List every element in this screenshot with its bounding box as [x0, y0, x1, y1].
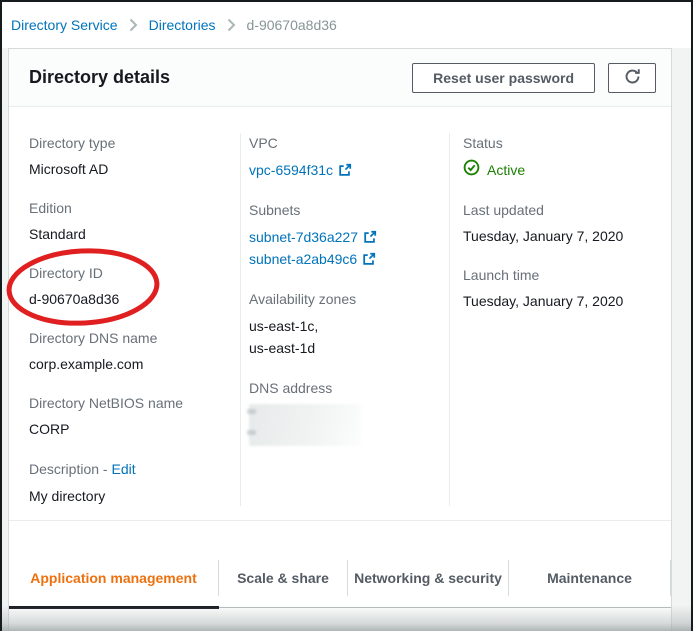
field-directory-dns-name: Directory DNS name corp.example.com: [29, 328, 240, 374]
field-label: Directory ID: [29, 263, 240, 283]
availability-zone-1: us-east-1c,: [249, 315, 449, 337]
status-badge: Active: [463, 159, 671, 181]
page-background: Directory details Reset user password: [2, 48, 691, 631]
field-label: Directory NetBIOS name: [29, 393, 240, 413]
field-vpc: VPC vpc-6594f31c: [249, 133, 449, 181]
directory-service-console: Directory Service Directories d-90670a8d…: [0, 0, 693, 631]
external-link-icon: [362, 252, 376, 266]
breadcrumb: Directory Service Directories d-90670a8d…: [2, 2, 691, 48]
breadcrumb-current-directory-id: d-90670a8d36: [247, 17, 337, 33]
field-launch-time: Launch time Tuesday, January 7, 2020: [463, 265, 671, 311]
field-value: Microsoft AD: [29, 159, 240, 179]
status-value: Active: [487, 162, 525, 178]
redacted-text-remnant: [247, 430, 256, 435]
header-actions: Reset user password: [412, 63, 656, 93]
field-edition: Edition Standard: [29, 198, 240, 244]
refresh-icon: [624, 68, 641, 88]
field-label: Description - Edit: [29, 458, 240, 480]
field-label: Status: [463, 133, 671, 153]
field-last-updated: Last updated Tuesday, January 7, 2020: [463, 200, 671, 246]
directory-details-body: Directory type Microsoft AD Edition Stan…: [9, 107, 671, 520]
refresh-button[interactable]: [608, 63, 656, 93]
chevron-right-icon: [227, 18, 236, 32]
page-title: Directory details: [29, 67, 170, 88]
field-dns-address: DNS address: [249, 378, 449, 446]
card-header: Directory details Reset user password: [9, 49, 671, 107]
field-value: CORP: [29, 419, 240, 439]
field-value: Standard: [29, 224, 240, 244]
tab-networking-and-security[interactable]: Networking & security: [348, 560, 509, 596]
description-label: Description -: [29, 461, 108, 477]
tab-maintenance[interactable]: Maintenance: [509, 560, 671, 596]
field-description: Description - Edit My directory: [29, 458, 240, 506]
check-circle-icon: [463, 159, 480, 181]
field-label: Edition: [29, 198, 240, 218]
vpc-link-label: vpc-6594f31c: [249, 159, 333, 181]
breadcrumb-link-directory-service[interactable]: Directory Service: [11, 17, 118, 33]
field-label: DNS address: [249, 378, 449, 398]
field-subnets: Subnets subnet-7d36a227: [249, 200, 449, 270]
details-column-3: Status Active Last updat: [450, 133, 671, 506]
subnet-link-label: subnet-a2ab49c6: [249, 248, 357, 270]
field-value: d-90670a8d36: [29, 289, 240, 309]
tab-application-management[interactable]: Application management: [9, 560, 219, 596]
field-status: Status Active: [463, 133, 671, 181]
field-directory-netbios-name: Directory NetBIOS name CORP: [29, 393, 240, 439]
directory-details-card: Directory details Reset user password: [8, 48, 672, 631]
edit-description-link[interactable]: Edit: [111, 458, 135, 480]
field-directory-id: Directory ID d-90670a8d36: [29, 263, 240, 309]
field-label: Subnets: [249, 200, 449, 220]
field-value: Tuesday, January 7, 2020: [463, 291, 671, 311]
field-label: Launch time: [463, 265, 671, 285]
redacted-text-remnant: [247, 409, 256, 414]
active-tab-underline: [9, 606, 219, 609]
field-value: corp.example.com: [29, 354, 240, 374]
breadcrumb-link-directories[interactable]: Directories: [149, 17, 216, 33]
availability-zone-2: us-east-1d: [249, 337, 449, 359]
field-label: Availability zones: [249, 289, 449, 309]
field-availability-zones: Availability zones us-east-1c, us-east-1…: [249, 289, 449, 359]
field-label: Last updated: [463, 200, 671, 220]
dns-address-redacted-block: [249, 404, 361, 446]
field-label: Directory DNS name: [29, 328, 240, 348]
chevron-right-icon: [129, 18, 138, 32]
field-value: My directory: [29, 486, 240, 506]
external-link-icon: [338, 163, 352, 177]
subnet-link-label: subnet-7d36a227: [249, 226, 358, 248]
details-column-1: Directory type Microsoft AD Edition Stan…: [9, 133, 241, 506]
tab-scale-and-share[interactable]: Scale & share: [219, 560, 348, 596]
details-column-2: VPC vpc-6594f31c: [241, 133, 450, 506]
subnet-link-2[interactable]: subnet-a2ab49c6: [249, 248, 376, 270]
tab-bar: Application management Scale & share Net…: [9, 520, 671, 608]
field-value: Tuesday, January 7, 2020: [463, 226, 671, 246]
vpc-link[interactable]: vpc-6594f31c: [249, 159, 352, 181]
external-link-icon: [363, 230, 377, 244]
field-label: VPC: [249, 133, 449, 153]
reset-user-password-button[interactable]: Reset user password: [412, 63, 595, 93]
subnet-link-1[interactable]: subnet-7d36a227: [249, 226, 377, 248]
field-directory-type: Directory type Microsoft AD: [29, 133, 240, 179]
field-label: Directory type: [29, 133, 240, 153]
